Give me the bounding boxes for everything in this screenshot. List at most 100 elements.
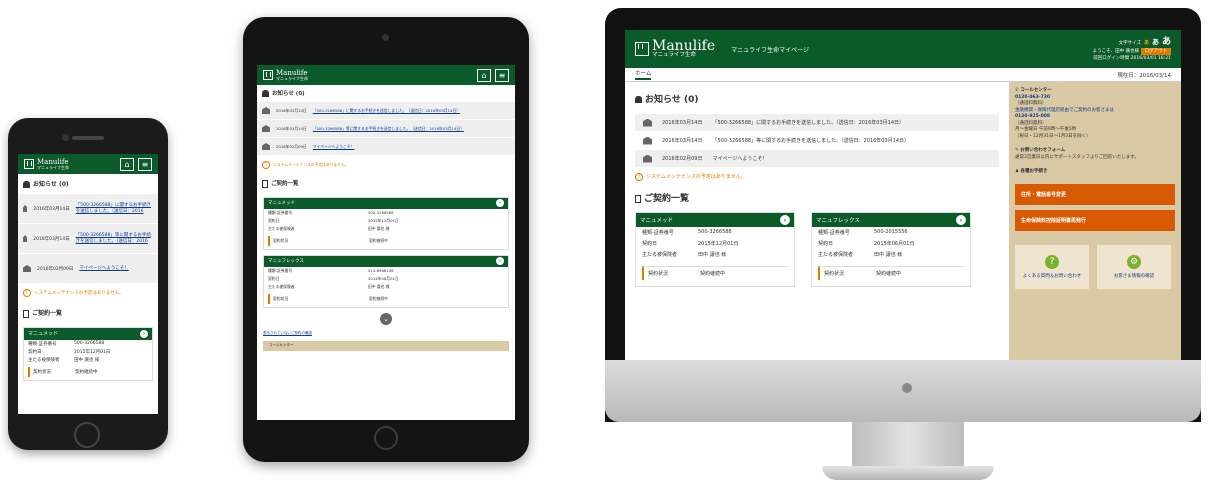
desktop-header: Manulife マニュライフ生命 マニュライフ生命マイページ 文字サイズ あ … xyxy=(625,30,1181,68)
news-item[interactable]: 2016年02月09日 マイページへようこそ！ xyxy=(635,149,999,167)
building-icon xyxy=(23,205,28,212)
contract-card[interactable]: マニュフレックス › 種類-証券番号 500-2015556 契約日 2015年06… xyxy=(811,212,971,287)
building-icon xyxy=(643,118,652,127)
home-icon[interactable]: ⌂ xyxy=(120,157,134,171)
desktop-screen: Manulife マニュライフ生命 マニュライフ生命マイページ 文字サイズ あ … xyxy=(625,30,1181,360)
system-notice: ! システムメンテナンスの予定はありません。 xyxy=(257,155,515,175)
contract-card-header[interactable]: マニュメッド › xyxy=(636,213,794,227)
phone-screen: Manulife マニュライフ生命 ⌂ ≡ お知らせ (0) 2016年03月1… xyxy=(18,154,158,414)
camera-icon xyxy=(62,134,69,141)
settings-tile[interactable]: ⚙ お客さま情報の確認 xyxy=(1097,244,1171,289)
contract-insured: 田中 譲也 様 xyxy=(874,252,903,258)
camera-icon xyxy=(382,34,389,41)
contract-card-header[interactable]: マニュメッド › xyxy=(264,197,508,209)
chevron-down-icon[interactable]: ⌄ xyxy=(380,312,392,325)
font-small-button[interactable]: あ xyxy=(1144,40,1149,48)
document-icon xyxy=(635,194,641,203)
hidden-contracts-link[interactable]: 表示されていないご契約の確認 xyxy=(257,329,515,338)
warning-icon: ! xyxy=(23,289,31,297)
arrow-right-icon[interactable]: › xyxy=(780,215,790,225)
desktop-body: お知らせ (0) 2016年03月14日 「500-3266588」に関するお手… xyxy=(625,82,1181,360)
menu-icon[interactable]: ≡ xyxy=(138,157,152,171)
tablet-home-button[interactable] xyxy=(374,426,398,450)
brand-logo[interactable]: Manulife マニュライフ生命 xyxy=(635,39,715,59)
news-item[interactable]: 2016年03月14日 「500-3266588」等に関するお手続きを送信しまし… xyxy=(18,223,158,253)
contract-card[interactable]: マニュフレックス › 種類-証券番号 514-6968156 契約日 2014年06… xyxy=(263,254,509,308)
contract-card[interactable]: マニュメッド › 種類-証券番号 500-3266588 契約日 2015年12月0… xyxy=(635,212,795,287)
news-link[interactable]: 「500-3266588」等に関するお手続きを送信しました。（送信日：2016年… xyxy=(313,126,464,132)
contract-status: 契約継続中 xyxy=(876,271,902,277)
system-notice: ! システムメンテナンスの予定はありません。 xyxy=(18,283,158,303)
bell-icon xyxy=(23,181,30,188)
news-item[interactable]: 2016年03月14日 「500-3266588」等に関するお手続きを送信しまし… xyxy=(635,131,999,149)
news-title: お知らせ (0) xyxy=(18,174,158,193)
logout-button[interactable]: ログアウト xyxy=(1140,48,1171,55)
news-date: 2016年02月09日 xyxy=(276,143,307,149)
gear-icon: ⚙ xyxy=(1127,254,1141,269)
label-date: 契約日 xyxy=(818,241,834,247)
news-item[interactable]: 2016年02月09日 マイページへようこそ！ xyxy=(257,137,515,155)
arrow-right-icon[interactable]: › xyxy=(140,329,148,338)
contracts-title: ご契約一覧 xyxy=(257,175,515,192)
news-link[interactable]: マイページへようこそ！ xyxy=(79,266,128,272)
label-status: 契約状況 xyxy=(33,369,51,375)
news-link[interactable]: 「500-3266588」に関するお手続きを送信しました。（送信日：2016 xyxy=(76,203,153,215)
news-item[interactable]: 2016年03月14日 「500-3266588」に関するお手続きを送信しました… xyxy=(257,101,515,119)
welcome-text: ようこそ、田中 譲也様 xyxy=(1092,49,1140,54)
faq-tile[interactable]: ? よくある質問＆お問い合わせ xyxy=(1015,244,1089,289)
building-icon xyxy=(23,235,28,242)
news-item[interactable]: 2016年03月14日 「500-3266588」等に関するお手続きを送信しまし… xyxy=(257,119,515,137)
brand-sub: マニュライフ生命 xyxy=(276,75,308,81)
contract-card[interactable]: マニュメッド › 種類-証券番号 500-3266588 契約日 2015年12月0… xyxy=(263,196,509,250)
home-icon[interactable]: ⌂ xyxy=(477,68,491,82)
sidebar: ✆ コールセンター 0120-063-730 （通話料無料） 金融機関・保険代理… xyxy=(1009,82,1181,360)
address-change-button[interactable]: 住所・電話番号変更 xyxy=(1015,183,1175,205)
font-large-button[interactable]: あ xyxy=(1162,36,1171,50)
label-date: 契約日 xyxy=(268,217,280,223)
contract-card-header[interactable]: マニュフレックス › xyxy=(264,255,508,267)
contracts-title: ご契約一覧 xyxy=(18,303,158,323)
contract-date: 2014年06月01日 xyxy=(368,275,399,281)
current-date: 現在日：2016/03/14 xyxy=(1117,72,1171,79)
building-icon xyxy=(643,136,652,145)
contract-card[interactable]: マニュメッド › 種類-証券番号 500-3266588 契約日 2015年12月0… xyxy=(23,326,153,381)
news-link[interactable]: 「500-3266588」等に関するお手続きを送信しました。（送信日：2016年… xyxy=(712,137,909,144)
news-item[interactable]: 2016年02月09日 マイページへようこそ！ xyxy=(18,253,158,283)
news-item[interactable]: 2016年03月14日 「500-3266588」に関するお手続きを送信しました… xyxy=(635,113,999,131)
news-link[interactable]: 「500-3266588」に関するお手続きを送信しました。（送信日：2016年0… xyxy=(712,119,904,126)
contract-list: マニュメッド › 種類-証券番号 500-3266588 契約日 2015年12月0… xyxy=(635,212,999,287)
contract-insured: 田中 譲也 様 xyxy=(368,225,390,231)
contract-card-header[interactable]: マニュフレックス › xyxy=(812,213,970,227)
arrow-right-icon[interactable]: › xyxy=(956,215,966,225)
tab-home[interactable]: ホーム xyxy=(635,69,652,80)
label-insured: 主たる被保険者 xyxy=(268,283,295,289)
certificate-reissue-button[interactable]: 生命保険料控除証明書再発行 xyxy=(1015,209,1175,231)
building-icon xyxy=(23,265,31,272)
brand-logo[interactable]: Manulife マニュライフ生命 xyxy=(263,69,308,81)
arrow-right-icon[interactable]: › xyxy=(496,257,504,265)
menu-icon[interactable]: ≡ xyxy=(495,68,509,82)
news-item[interactable]: 2016年03月14日 「500-3266588」に関するお手続きを送信しました… xyxy=(18,193,158,223)
contract-date: 2015年12月01日 xyxy=(368,217,399,223)
contact-form-section[interactable]: ✎ お問い合わせフォーム 通常3営業日以内にサポートスタッフよりご回答いたします… xyxy=(1015,148,1175,161)
apple-logo-icon xyxy=(902,383,912,393)
brand-sub: マニュライフ生命 xyxy=(37,164,69,170)
label-number: 種類-証券番号 xyxy=(268,267,293,273)
call-center-section: ✆ コールセンター 0120-063-730 （通話料無料） 金融機関・保険代理… xyxy=(1015,88,1175,140)
last-login: 前回ログイン時間 2016/03/01 18:21 xyxy=(1093,55,1171,61)
monitor-base xyxy=(822,466,994,480)
news-link[interactable]: 「500-3266588」に関するお手続きを送信しました。（送信日：2016年0… xyxy=(313,108,460,114)
label-number: 種類-証券番号 xyxy=(642,230,674,236)
contract-insured: 田中 譲也 様 xyxy=(74,357,100,363)
contract-card-header[interactable]: マニュメッド › xyxy=(24,327,152,340)
news-link[interactable]: マイページへようこそ！ xyxy=(313,144,355,150)
brand-sub: マニュライフ生命 xyxy=(652,52,697,59)
news-link[interactable]: マイページへようこそ！ xyxy=(712,155,767,162)
news-link[interactable]: 「500-3266588」等に関するお手続きを送信しました。（送信日：2016 xyxy=(76,233,153,245)
document-icon xyxy=(262,179,268,188)
quick-tiles: ? よくある質問＆お問い合わせ ⚙ お客さま情報の確認 xyxy=(1015,244,1175,289)
brand-logo[interactable]: Manulife マニュライフ生命 xyxy=(24,158,69,170)
phone-home-button[interactable] xyxy=(74,422,100,448)
font-medium-button[interactable]: あ xyxy=(1152,37,1159,48)
arrow-right-icon[interactable]: › xyxy=(496,199,504,207)
